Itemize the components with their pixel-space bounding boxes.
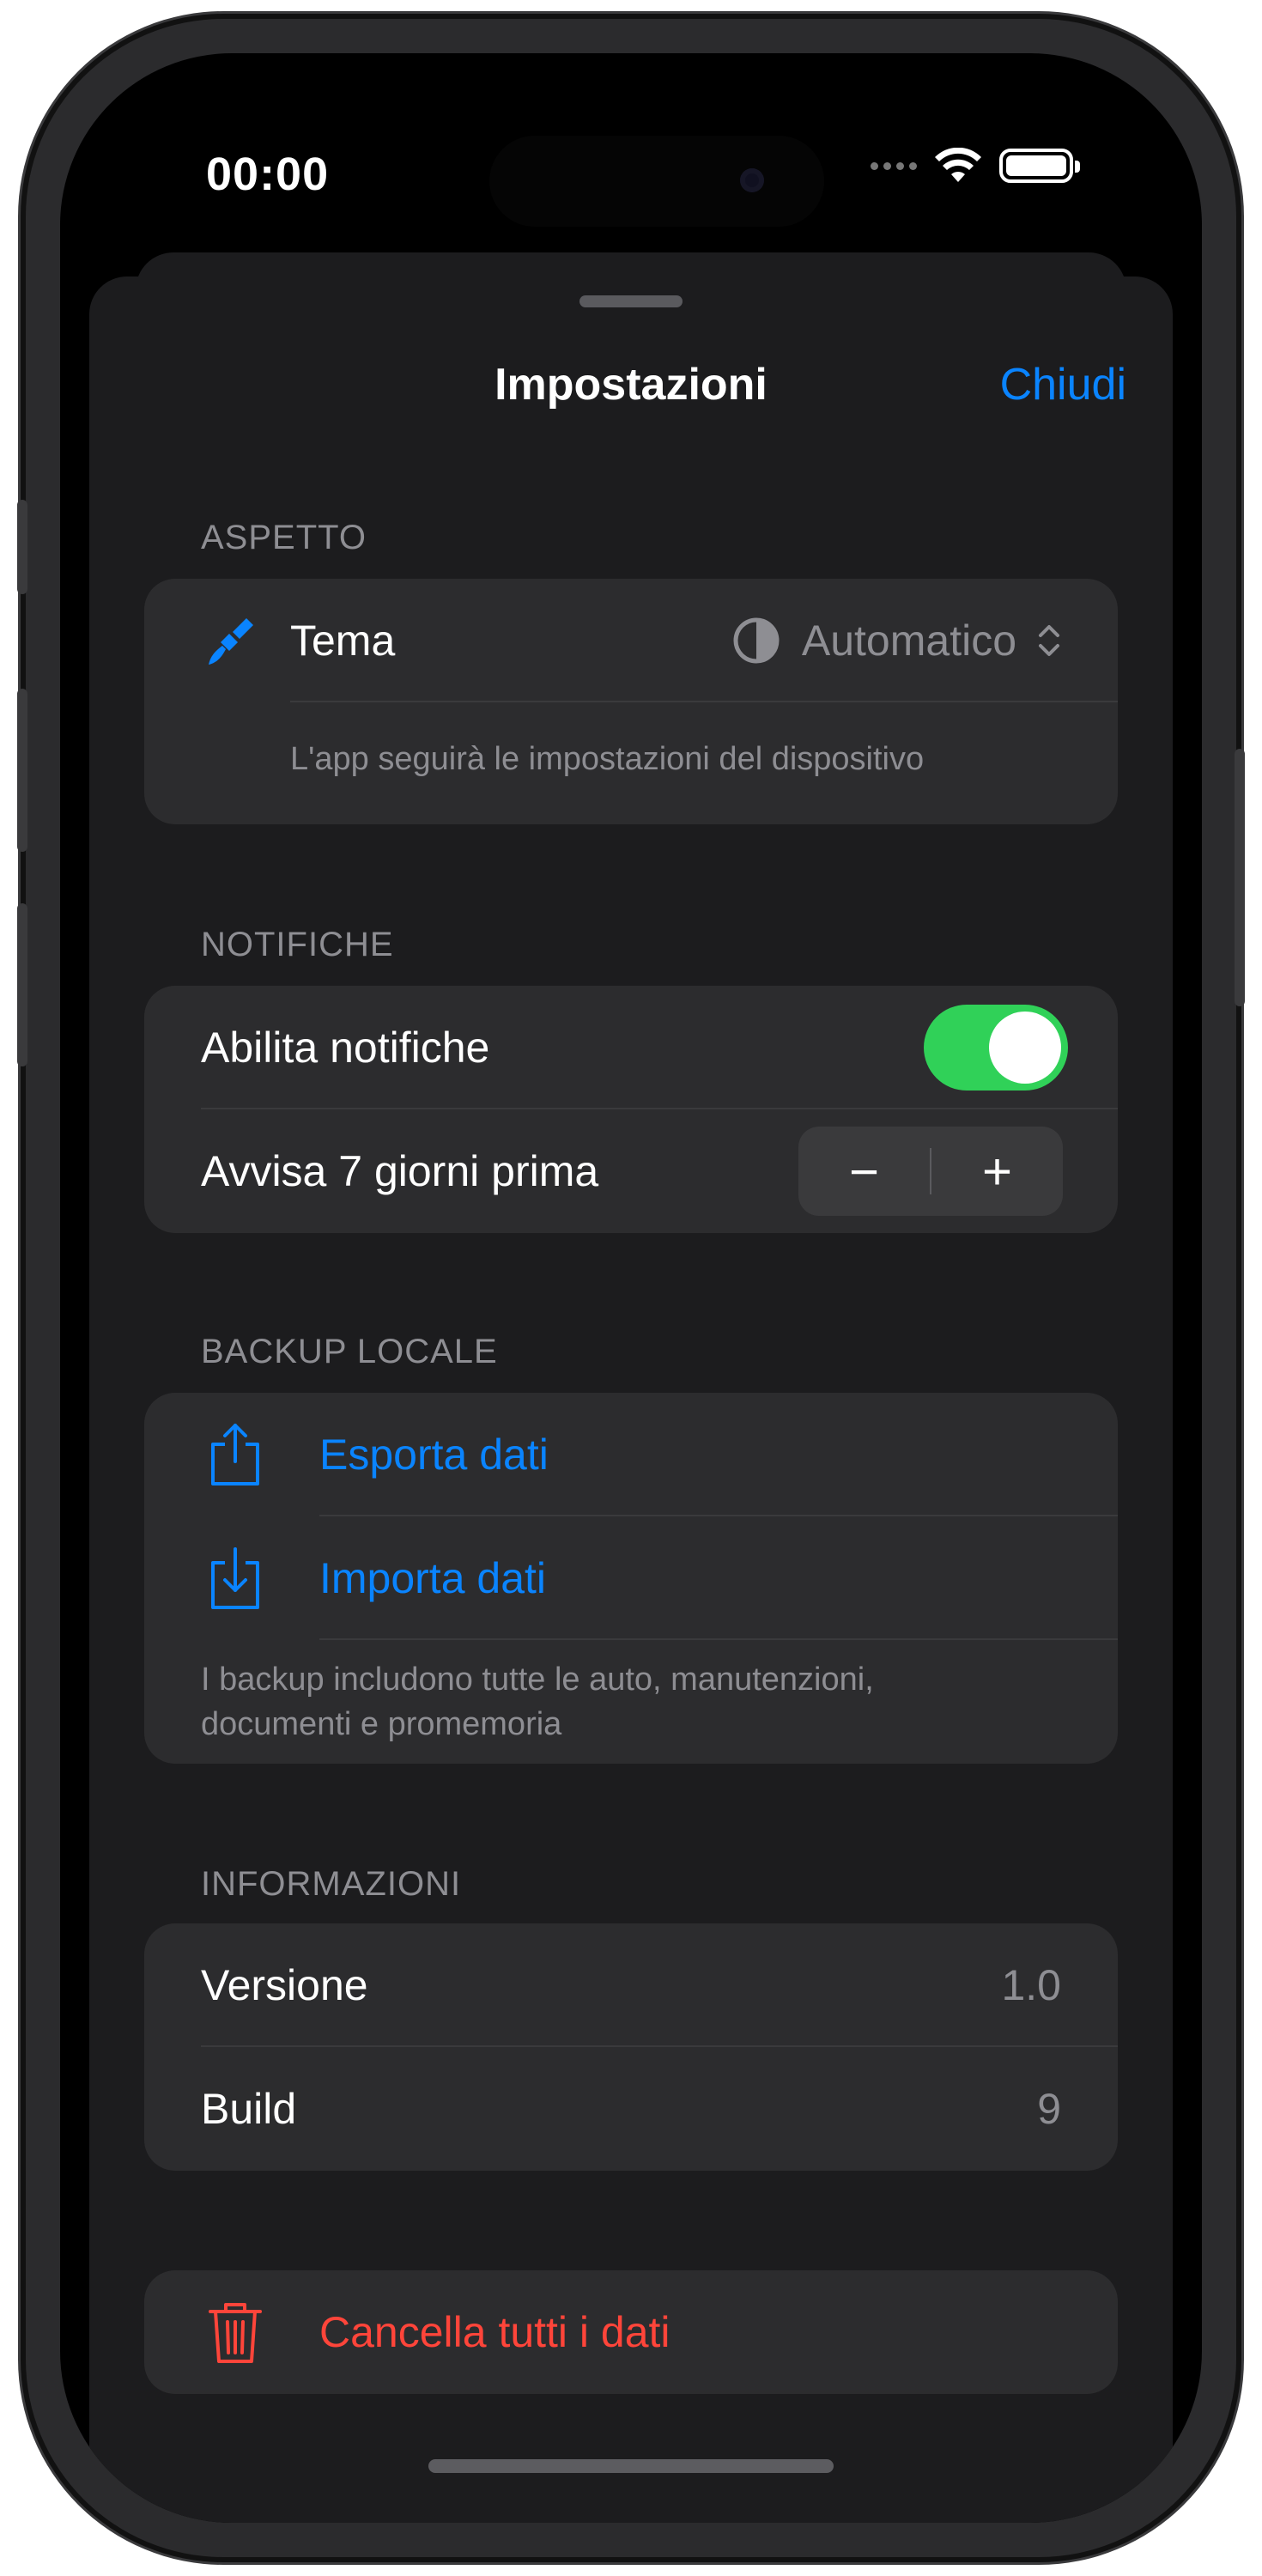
dynamic-island [489, 136, 824, 227]
stepper-increment-button[interactable]: + [931, 1127, 1063, 1216]
trash-icon [201, 2298, 270, 2366]
battery-icon [999, 149, 1080, 183]
theme-label: Tema [290, 617, 396, 665]
info-group: Versione 1.0 Build 9 [144, 1923, 1118, 2171]
import-tray-icon [201, 1544, 270, 1613]
build-row: Build 9 [144, 2047, 1118, 2171]
close-button[interactable]: Chiudi [1000, 359, 1126, 410]
camera-icon [740, 168, 764, 192]
section-header-appearance: ASPETTO [201, 519, 367, 556]
section-header-backup: BACKUP LOCALE [201, 1333, 498, 1370]
divider [290, 701, 1118, 702]
export-data-button[interactable]: Esporta dati [319, 1430, 549, 1479]
action-button [17, 500, 27, 594]
home-indicator[interactable] [428, 2459, 834, 2473]
delete-all-row[interactable]: Cancella tutti i dati [144, 2270, 1118, 2394]
stepper-decrement-button[interactable]: − [798, 1127, 930, 1216]
volume-up-button [17, 689, 27, 852]
backup-group: Esporta dati Importa dati I backup inclu [144, 1393, 1118, 1764]
phone-frame: 00:00 Impostazioni Chiudi ASPETTO Tema A… [17, 19, 1245, 2557]
version-value: 1.0 [1001, 1961, 1061, 2009]
export-row[interactable]: Esporta dati [144, 1393, 1118, 1516]
theme-footnote: L'app seguirà le impostazioni del dispos… [290, 741, 925, 777]
danger-group: Cancella tutti i dati [144, 2270, 1118, 2394]
enable-notifications-row: Abilita notifiche [144, 986, 1118, 1109]
version-row: Versione 1.0 [144, 1923, 1118, 2047]
cellular-signal-icon [871, 161, 917, 170]
wifi-icon [935, 148, 981, 182]
version-label: Versione [201, 1961, 368, 2009]
settings-sheet: Impostazioni Chiudi ASPETTO Tema Automat… [89, 276, 1173, 2523]
status-bar: 00:00 [60, 53, 1202, 259]
reminder-days-row: Avvisa 7 giorni prima − + [144, 1109, 1118, 1233]
import-row[interactable]: Importa dati [144, 1516, 1118, 1640]
backup-footnote: I backup includono tutte le auto, manute… [201, 1662, 874, 1742]
status-icons [871, 148, 1080, 184]
import-data-button[interactable]: Importa dati [319, 1553, 546, 1603]
build-label: Build [201, 2085, 297, 2133]
volume-down-button [17, 903, 27, 1066]
section-header-notifications: NOTIFICHE [201, 926, 394, 963]
notifications-group: Abilita notifiche Avvisa 7 giorni prima … [144, 986, 1118, 1233]
paintbrush-icon [201, 611, 261, 671]
enable-notifications-label: Abilita notifiche [201, 1024, 490, 1072]
chevron-up-down-icon [1039, 625, 1059, 656]
reminder-days-label: Avvisa 7 giorni prima [201, 1147, 599, 1195]
sheet-grabber[interactable] [579, 295, 683, 307]
theme-value: Automatico [801, 617, 1016, 665]
toggle-knob [989, 1012, 1061, 1084]
screen: 00:00 Impostazioni Chiudi ASPETTO Tema A… [60, 53, 1202, 2523]
status-time: 00:00 [206, 149, 330, 200]
notifications-toggle[interactable] [924, 1005, 1068, 1091]
section-header-info: INFORMAZIONI [201, 1865, 462, 1903]
half-circle-icon [733, 617, 780, 664]
delete-all-data-button[interactable]: Cancella tutti i dati [319, 2307, 670, 2357]
theme-row[interactable]: Tema Automatico [144, 579, 1118, 702]
power-button [1235, 749, 1245, 1006]
build-value: 9 [1037, 2085, 1061, 2133]
divider [319, 1638, 1118, 1640]
appearance-group: Tema Automatico L'app seguirà le imposta… [144, 579, 1118, 824]
theme-picker[interactable]: Automatico [731, 616, 1061, 665]
share-export-icon [201, 1420, 270, 1489]
reminder-days-stepper: − + [798, 1127, 1063, 1216]
